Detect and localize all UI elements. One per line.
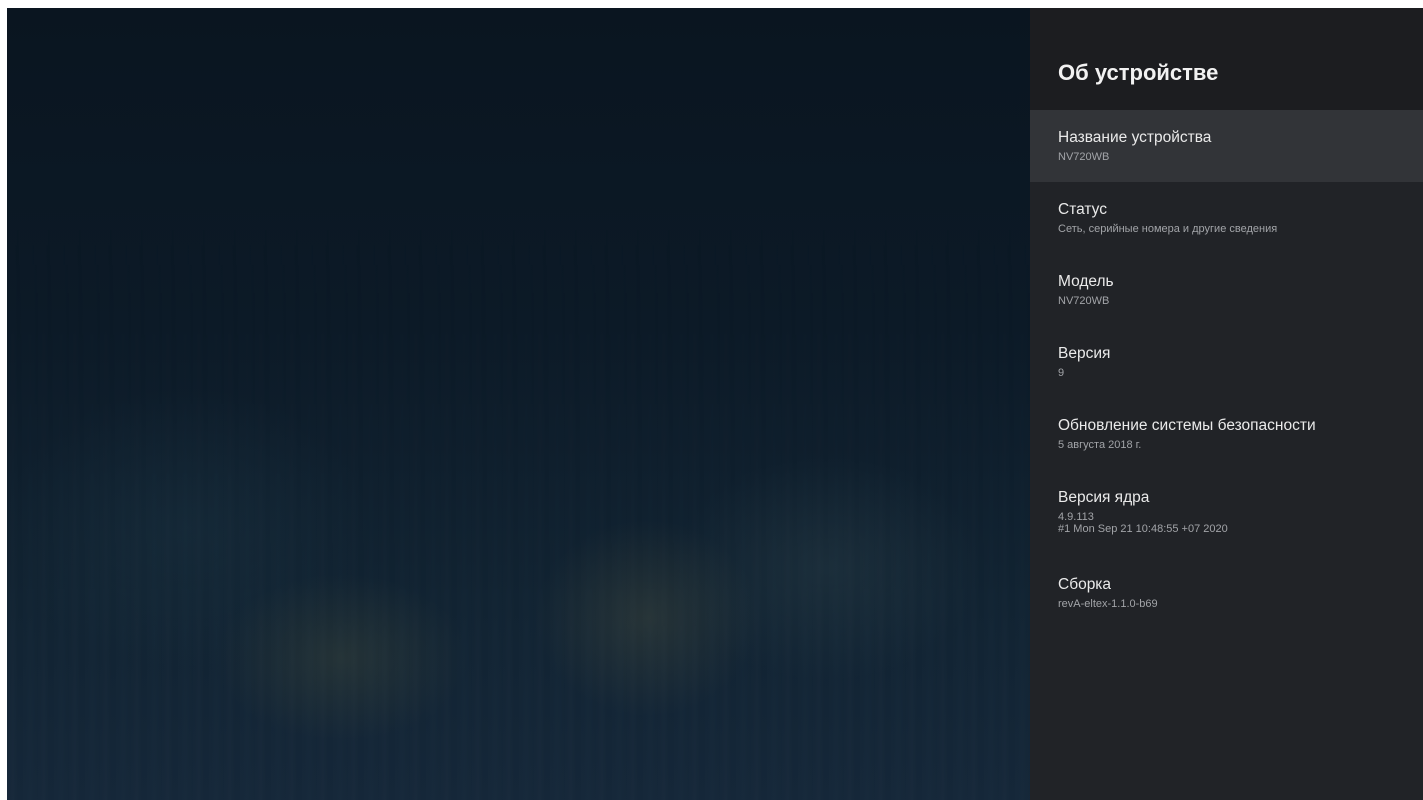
- settings-list: Название устройства NV720WB Статус Сеть,…: [1030, 110, 1423, 629]
- settings-item-build[interactable]: Сборка revA-eltex-1.1.0-b69: [1030, 557, 1423, 629]
- item-title: Версия: [1058, 345, 1111, 362]
- item-title: Модель: [1058, 273, 1114, 290]
- item-subtitle: NV720WB: [1058, 295, 1110, 307]
- item-title: Обновление системы безопасности: [1058, 417, 1316, 434]
- item-title: Сборка: [1058, 576, 1112, 593]
- settings-item-security-update[interactable]: Обновление системы безопасности 5 август…: [1030, 398, 1423, 470]
- page-title: Об устройстве: [1058, 60, 1219, 85]
- item-title: Статус: [1058, 201, 1107, 218]
- item-subtitle: 5 августа 2018 г.: [1058, 439, 1142, 451]
- item-subtitle: revA-eltex-1.1.0-b69: [1058, 598, 1158, 610]
- item-subtitle: 9: [1058, 367, 1065, 379]
- settings-side-panel: Об устройстве Название устройства NV720W…: [1030, 8, 1423, 800]
- settings-item-status[interactable]: Статус Сеть, серийные номера и другие св…: [1030, 182, 1423, 254]
- item-subtitle: NV720WB: [1058, 151, 1110, 163]
- tv-screen: Об устройстве Название устройства NV720W…: [7, 8, 1423, 800]
- item-subtitle: 4.9.113 #1 Mon Sep 21 10:48:55 +07 2020: [1058, 511, 1228, 535]
- item-title: Название устройства: [1058, 129, 1212, 146]
- item-subtitle: Сеть, серийные номера и другие сведения: [1058, 223, 1278, 235]
- settings-item-kernel-version[interactable]: Версия ядра 4.9.113 #1 Mon Sep 21 10:48:…: [1030, 470, 1423, 557]
- settings-item-model[interactable]: Модель NV720WB: [1030, 254, 1423, 326]
- panel-header: Об устройстве: [1030, 8, 1423, 110]
- settings-item-device-name[interactable]: Название устройства NV720WB: [1030, 110, 1423, 182]
- settings-item-version[interactable]: Версия 9: [1030, 326, 1423, 398]
- item-title: Версия ядра: [1058, 489, 1150, 506]
- background-streaks: [7, 8, 1030, 800]
